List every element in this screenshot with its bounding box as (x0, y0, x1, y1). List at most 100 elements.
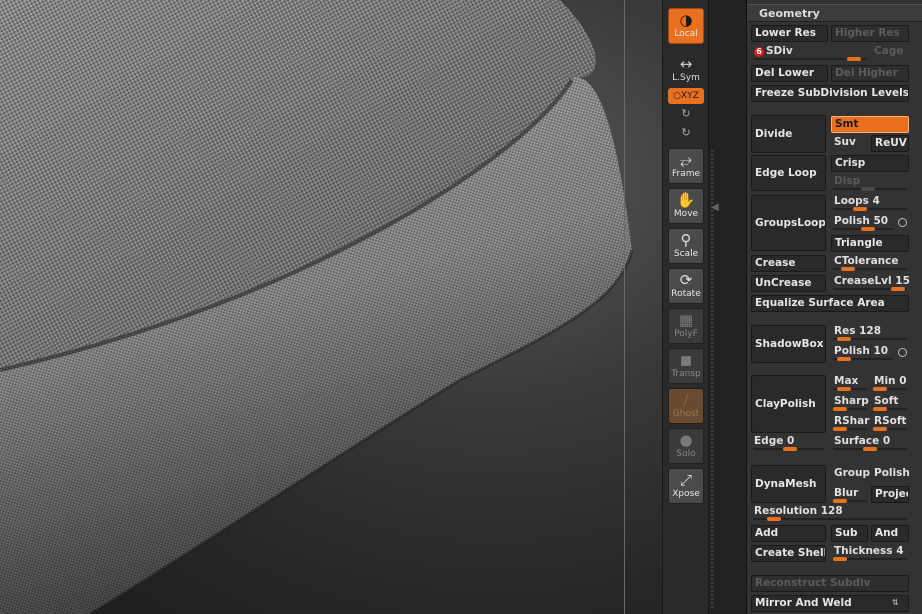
ctolerance-handle[interactable] (841, 267, 855, 271)
resolution-slider[interactable]: Resolution 128 (751, 505, 909, 522)
rsoft-slider[interactable]: RSoft (871, 415, 909, 432)
rotate-button[interactable]: ⟳ Rotate (668, 268, 704, 304)
sub-button[interactable]: Sub (831, 525, 868, 542)
dynamesh-button[interactable]: DynaMesh (751, 465, 826, 503)
3d-viewport[interactable] (0, 0, 662, 614)
shadowbox-polish-circle-icon[interactable] (898, 348, 907, 357)
transp-button[interactable]: ◼ Transp (668, 348, 704, 384)
rshar-label: RShar (834, 415, 870, 427)
lsym-button[interactable]: ↔ L.Sym (668, 52, 704, 88)
creaselvl-slider[interactable]: CreaseLvl 15 (831, 275, 910, 292)
shadowbox-polish-slider[interactable]: Polish 10 (831, 345, 909, 362)
equalize-surface-area-button[interactable]: Equalize Surface Area (751, 295, 909, 312)
del-lower-button[interactable]: Del Lower (751, 65, 828, 82)
rshar-handle[interactable] (833, 427, 847, 431)
loops-slider[interactable]: Loops 4 (831, 195, 909, 212)
reuv-button[interactable]: ReUV (871, 135, 909, 152)
blur-label: Blur (834, 487, 859, 499)
claypolish-button[interactable]: ClayPolish (751, 375, 826, 433)
disp-label: Disp (834, 175, 861, 187)
local-button[interactable]: ◑ Local (668, 8, 704, 44)
add-button[interactable]: Add (751, 525, 826, 542)
tray-collapse-arrow-icon[interactable]: ◀ (711, 201, 719, 215)
sharp-handle[interactable] (833, 407, 847, 411)
thickness-value: 4 (896, 545, 904, 557)
shadowbox-button[interactable]: ShadowBox (751, 325, 826, 363)
cage-button[interactable]: Cage (871, 45, 909, 62)
loops-handle[interactable] (853, 207, 867, 211)
edge-loop-button[interactable]: Edge Loop (751, 155, 826, 191)
rotate-axis-z-icon[interactable]: ↻ (680, 127, 692, 139)
uncrease-button[interactable]: UnCrease (751, 275, 826, 292)
lower-res-button[interactable]: Lower Res (751, 25, 828, 42)
polish-toggle[interactable]: Polish (871, 467, 910, 484)
surface-slider[interactable]: Surface 0 (831, 435, 909, 452)
freeze-subdivision-levels-button[interactable]: Freeze SubDivision Levels (751, 85, 909, 102)
polyf-button[interactable]: ▦ PolyF (668, 308, 704, 344)
higher-res-button[interactable]: Higher Res (831, 25, 909, 42)
sdiv-slider[interactable]: 6 SDiv (751, 45, 869, 62)
surface-label: Surface (834, 435, 880, 447)
disp-slider[interactable]: Disp (831, 175, 909, 192)
res-slider[interactable]: Res 128 (831, 325, 909, 342)
thickness-slider[interactable]: Thickness 4 (831, 545, 909, 562)
res-handle[interactable] (837, 337, 851, 341)
project-toggle[interactable]: Projec (871, 486, 909, 503)
thickness-label: Thickness (834, 545, 893, 557)
thickness-handle[interactable] (833, 557, 847, 561)
rshar-slider[interactable]: RShar (831, 415, 869, 432)
polish-slider[interactable]: Polish 50 (831, 215, 909, 232)
polish-handle[interactable] (861, 227, 875, 231)
xyz-button[interactable]: ○XYZ (668, 88, 704, 104)
triangle-toggle[interactable]: Triangle (831, 235, 909, 252)
blur-handle[interactable] (833, 499, 847, 503)
divide-button[interactable]: Divide (751, 115, 826, 153)
rotate-axis-y-icon[interactable]: ↻ (680, 108, 692, 120)
create-shell-button[interactable]: Create Shell (751, 545, 826, 562)
mirror-and-weld-label: Mirror And Weld (755, 597, 852, 609)
max-slider[interactable]: Max (831, 375, 869, 392)
xpose-button[interactable]: ⤢ Xpose (668, 468, 704, 504)
soft-slider[interactable]: Soft (871, 395, 909, 412)
hand-move-icon: ✋ (676, 191, 696, 209)
surface-handle[interactable] (863, 447, 877, 451)
edge-slider[interactable]: Edge 0 (751, 435, 826, 452)
suv-toggle[interactable]: Suv (831, 136, 869, 153)
crisp-toggle[interactable]: Crisp (831, 155, 909, 172)
disp-handle[interactable] (861, 187, 875, 191)
crease-button[interactable]: Crease (751, 255, 826, 272)
del-higher-button[interactable]: Del Higher (831, 65, 909, 82)
min-slider[interactable]: Min 0 (871, 375, 909, 392)
group-toggle[interactable]: Group (831, 467, 870, 484)
solo-button[interactable]: ● Solo (668, 428, 704, 464)
blur-slider[interactable]: Blur (831, 487, 869, 504)
polish-mode-circle-icon[interactable] (898, 218, 907, 227)
sdiv-handle[interactable] (847, 57, 861, 61)
tray-grip-handle[interactable] (711, 150, 714, 610)
ctolerance-label: CTolerance (834, 255, 899, 267)
soft-label: Soft (874, 395, 899, 407)
sharp-slider[interactable]: Sharp (831, 395, 869, 412)
resolution-handle[interactable] (767, 517, 781, 521)
rotate-icon: ⟳ (679, 271, 693, 289)
mirror-and-weld-button[interactable]: Mirror And Weld ⇅ (751, 595, 909, 612)
min-handle[interactable] (873, 387, 887, 391)
groups-loops-button[interactable]: GroupsLoops (751, 195, 826, 251)
edge-handle[interactable] (783, 447, 797, 451)
ghost-button[interactable]: ⧸ Ghost (668, 388, 704, 424)
axis-swap-icon[interactable]: ⇅ (892, 598, 902, 608)
reconstruct-subdiv-button[interactable]: Reconstruct Subdiv (751, 575, 909, 592)
smt-toggle[interactable]: Smt (831, 116, 909, 133)
frame-button[interactable]: ⥂ Frame (668, 148, 704, 184)
scale-button[interactable]: ⚲ Scale (668, 228, 704, 264)
and-button[interactable]: And (871, 525, 909, 542)
creaselvl-handle[interactable] (891, 287, 905, 291)
geometry-title[interactable]: Geometry (747, 4, 922, 22)
move-button[interactable]: ✋ Move (668, 188, 704, 224)
ctolerance-slider[interactable]: CTolerance (831, 255, 909, 272)
rsoft-handle[interactable] (873, 427, 887, 431)
soft-handle[interactable] (873, 407, 887, 411)
max-handle[interactable] (837, 387, 851, 391)
res-value: 128 (859, 325, 882, 337)
shadowbox-polish-handle[interactable] (837, 357, 851, 361)
